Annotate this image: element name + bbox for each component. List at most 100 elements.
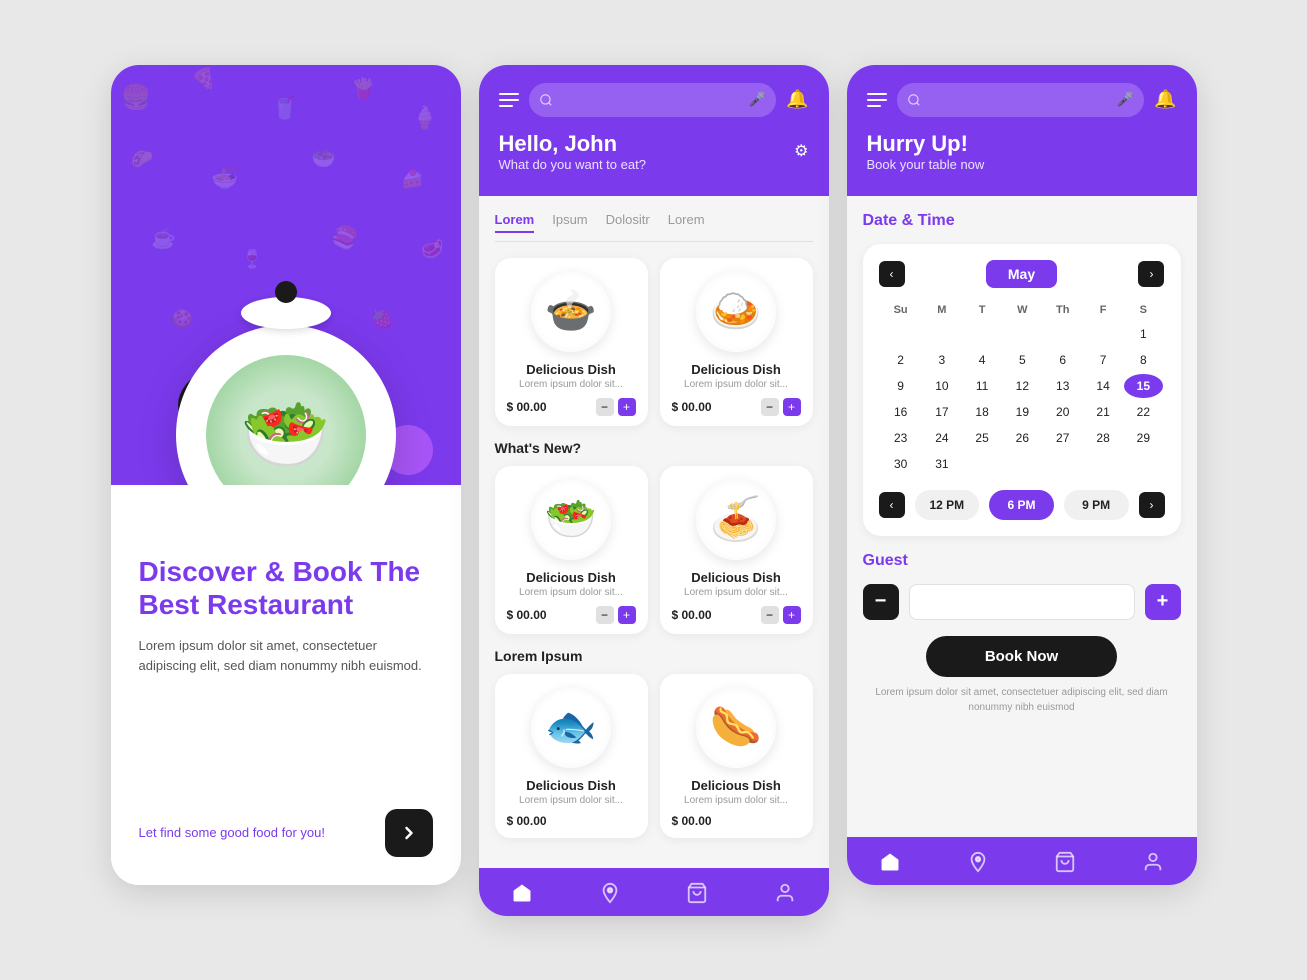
cal-day[interactable]: 21 <box>1084 400 1122 424</box>
cal-day[interactable]: 26 <box>1003 426 1041 450</box>
cal-day[interactable]: 13 <box>1043 374 1082 398</box>
calendar-prev[interactable]: ‹ <box>879 261 905 287</box>
cal-week-3: 9 10 11 12 13 14 15 <box>881 374 1163 398</box>
calendar-month: May <box>986 260 1057 288</box>
disclaimer-text: Lorem ipsum dolor sit amet, consectetuer… <box>863 685 1181 715</box>
cal-day[interactable]: 28 <box>1084 426 1122 450</box>
s3-nav-location[interactable] <box>967 851 989 873</box>
hamburger-menu-icon[interactable] <box>499 93 519 107</box>
cal-day[interactable]: 27 <box>1043 426 1082 450</box>
filter-icon[interactable]: ⚙ <box>794 141 808 161</box>
food-price-row-5: $ 00.00 <box>507 814 636 828</box>
cal-day-selected[interactable]: 15 <box>1124 374 1162 398</box>
calendar-grid: Su M T W Th F S <box>879 298 1165 478</box>
cal-day[interactable]: 31 <box>923 452 961 476</box>
svg-text:🍷: 🍷 <box>241 248 263 269</box>
time-9pm[interactable]: 9 PM <box>1064 490 1129 520</box>
svg-text:🍣: 🍣 <box>331 224 358 250</box>
cal-day[interactable]: 17 <box>923 400 961 424</box>
food-subtitle-5: Lorem ipsum dolor sit... <box>507 795 636 806</box>
book-now-button[interactable]: Book Now <box>926 636 1117 677</box>
nav-cart[interactable] <box>686 882 708 904</box>
tab-lorem[interactable]: Lorem <box>495 212 535 233</box>
time-prev[interactable]: ‹ <box>879 492 905 518</box>
decrease-qty-3[interactable]: − <box>596 606 614 624</box>
tab-ipsum[interactable]: Ipsum <box>552 212 587 233</box>
increase-qty-4[interactable]: + <box>783 606 801 624</box>
time-12pm[interactable]: 12 PM <box>915 490 980 520</box>
increase-qty-1[interactable]: + <box>618 398 636 416</box>
s3-bell-icon[interactable]: 🔔 <box>1154 89 1176 110</box>
food-card-2: 🍛 Delicious Dish Lorem ipsum dolor sit..… <box>660 258 813 426</box>
cal-day[interactable]: 12 <box>1003 374 1041 398</box>
food-subtitle-6: Lorem ipsum dolor sit... <box>672 795 801 806</box>
cal-day[interactable]: 10 <box>923 374 961 398</box>
cal-day[interactable]: 25 <box>963 426 1001 450</box>
cal-day[interactable]: 2 <box>881 348 921 372</box>
mic-icon: 🎤 <box>749 91 766 108</box>
tab-lorem2[interactable]: Lorem <box>668 212 705 233</box>
cal-day[interactable]: 4 <box>963 348 1001 372</box>
decrease-qty-1[interactable]: − <box>596 398 614 416</box>
s3-body: Date & Time ‹ May › Su M T W <box>847 196 1197 837</box>
cal-day[interactable]: 19 <box>1003 400 1041 424</box>
s3-mic-icon: 🎤 <box>1117 91 1134 108</box>
cal-day[interactable]: 18 <box>963 400 1001 424</box>
s3-hamburger-icon[interactable] <box>867 93 887 107</box>
cal-day[interactable]: 22 <box>1124 400 1162 424</box>
s3-nav-cart[interactable] <box>1054 851 1076 873</box>
next-button[interactable] <box>385 809 433 857</box>
food-title-5: Delicious Dish <box>507 778 636 793</box>
s2-topbar: 🎤 🔔 <box>499 83 809 117</box>
s3-search-bar[interactable]: 🎤 <box>897 83 1145 117</box>
s3-nav-home[interactable] <box>879 851 901 873</box>
cal-day[interactable]: 7 <box>1084 348 1122 372</box>
nav-profile[interactable] <box>774 882 796 904</box>
cal-day[interactable]: 11 <box>963 374 1001 398</box>
s3-nav-profile[interactable] <box>1142 851 1164 873</box>
increase-qty-2[interactable]: + <box>783 398 801 416</box>
cal-day[interactable]: 23 <box>881 426 921 450</box>
tab-dolositr[interactable]: Dolositr <box>606 212 650 233</box>
time-6pm[interactable]: 6 PM <box>989 490 1054 520</box>
cal-day[interactable]: 3 <box>923 348 961 372</box>
nav-home[interactable] <box>511 882 533 904</box>
cal-day[interactable]: 9 <box>881 374 921 398</box>
food-title-1: Delicious Dish <box>507 362 636 377</box>
cal-day[interactable]: 8 <box>1124 348 1162 372</box>
increase-qty-3[interactable]: + <box>618 606 636 624</box>
decrease-guest-button[interactable]: − <box>863 584 899 620</box>
nav-location[interactable] <box>599 882 621 904</box>
cal-day[interactable]: 6 <box>1043 348 1082 372</box>
food-image-3: 🥗 <box>531 480 611 560</box>
time-next[interactable]: › <box>1139 492 1165 518</box>
cal-day[interactable]: 20 <box>1043 400 1082 424</box>
food-subtitle-2: Lorem ipsum dolor sit... <box>672 379 801 390</box>
cal-day[interactable]: 29 <box>1124 426 1162 450</box>
s1-hero-section: 🍔 🍕 🥤 🍟 🍦 🌮 🍜 🥗 🍰 ☕ 🍷 🍣 🥩 🍪 🥐 🍓 <box>111 65 461 485</box>
guest-count-input[interactable] <box>909 584 1135 620</box>
svg-text:🥤: 🥤 <box>271 95 298 120</box>
category-tabs: Lorem Ipsum Dolositr Lorem <box>495 212 813 242</box>
food-price-row-2: $ 00.00 − + <box>672 398 801 416</box>
cal-day <box>1084 452 1122 476</box>
cal-day[interactable]: 24 <box>923 426 961 450</box>
decrease-qty-2[interactable]: − <box>761 398 779 416</box>
add-to-cart-1: − + <box>596 398 636 416</box>
search-bar[interactable]: 🎤 <box>529 83 777 117</box>
cal-day[interactable]: 5 <box>1003 348 1041 372</box>
calendar-next[interactable]: › <box>1138 261 1164 287</box>
cal-day[interactable]: 1 <box>1124 322 1162 346</box>
greeting-text: Hello, John <box>499 131 646 157</box>
s3-bottom-nav <box>847 837 1197 885</box>
food-price-2: $ 00.00 <box>672 400 712 414</box>
decrease-qty-4[interactable]: − <box>761 606 779 624</box>
notification-bell-icon[interactable]: 🔔 <box>786 89 808 110</box>
day-header-su: Su <box>881 300 921 320</box>
increase-guest-button[interactable]: + <box>1145 584 1181 620</box>
cal-day[interactable]: 16 <box>881 400 921 424</box>
day-header-s: S <box>1124 300 1162 320</box>
cal-day[interactable]: 30 <box>881 452 921 476</box>
cal-week-2: 2 3 4 5 6 7 8 <box>881 348 1163 372</box>
cal-day[interactable]: 14 <box>1084 374 1122 398</box>
